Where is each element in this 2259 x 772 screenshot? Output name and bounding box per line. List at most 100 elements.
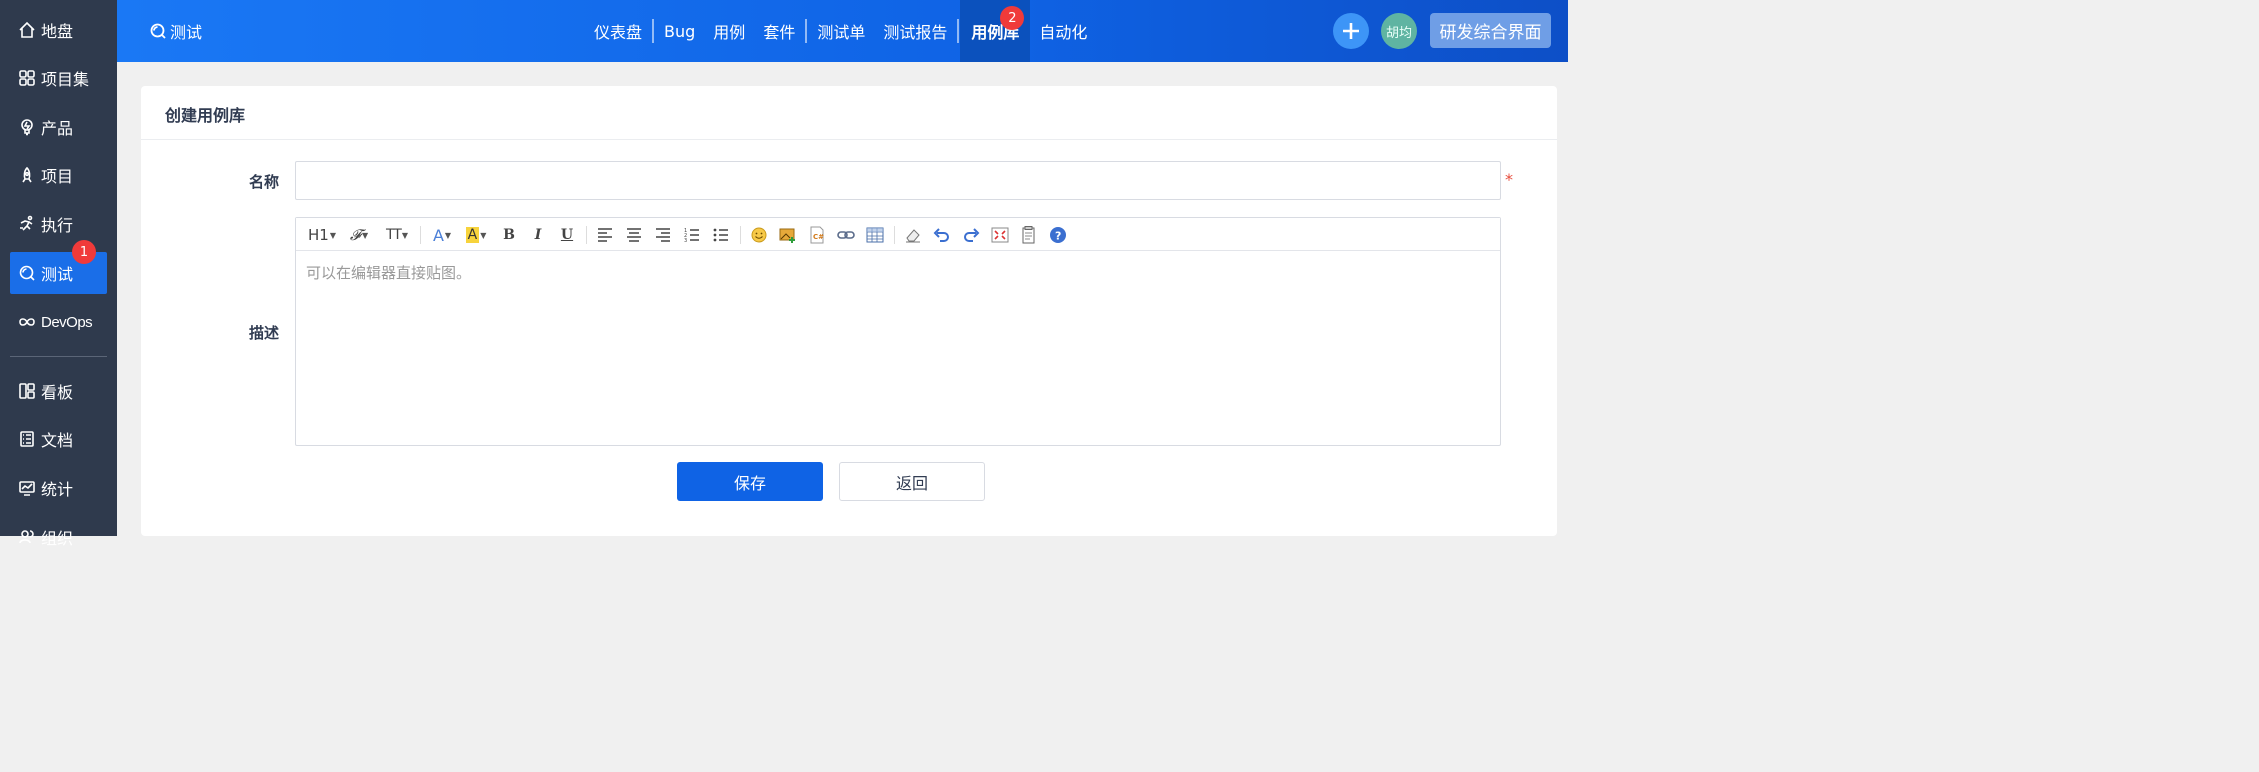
create-button[interactable] — [1333, 13, 1369, 49]
back-button[interactable]: 返回 — [839, 462, 985, 501]
sidebar-item-label: 看板 — [41, 383, 74, 402]
create-caselib-panel: 创建用例库 名称 * 描述 H1 ▼ 𝓕 ▼ TT ▼ A ▼ A ▼ B I U 123… — [141, 86, 1557, 536]
board-icon — [18, 382, 36, 400]
sidebar-item-execution[interactable]: 执行 — [10, 203, 107, 245]
top-header: 测试 仪表盘 Bug 用例 套件 测试单 测试报告 用例库 2 自动化 胡均 研… — [117, 0, 1568, 62]
page-title: 创建用例库 — [165, 106, 246, 125]
test-icon — [150, 23, 166, 39]
sidebar-item-dashboard[interactable]: 地盘 — [10, 9, 107, 51]
highlight-color-icon[interactable]: A ▼ — [462, 223, 490, 247]
sidebar-item-label: 项目 — [41, 167, 74, 186]
name-label: 名称 — [248, 173, 279, 191]
name-input[interactable] — [295, 161, 1501, 200]
toolbar-separator — [586, 226, 587, 244]
italic-button[interactable]: I — [527, 223, 549, 247]
sidebar-item-label: 文档 — [41, 431, 74, 450]
tab-suite[interactable]: 套件 — [754, 0, 804, 62]
table-icon[interactable] — [864, 223, 886, 247]
tab-bug[interactable]: Bug — [655, 0, 704, 62]
tab-case[interactable]: 用例 — [704, 0, 754, 62]
align-left-icon[interactable] — [594, 223, 616, 247]
user-avatar[interactable]: 胡均 — [1381, 13, 1417, 49]
sidebar-item-label: 产品 — [41, 119, 74, 138]
nav-separator — [805, 19, 808, 43]
tab-testreport[interactable]: 测试报告 — [874, 0, 956, 62]
nav-separator — [957, 19, 960, 43]
grid-icon — [18, 69, 36, 87]
link-icon[interactable] — [835, 223, 857, 247]
align-center-icon[interactable] — [623, 223, 645, 247]
notification-badge: 1 — [72, 240, 96, 264]
sidebar-item-label: DevOps — [41, 313, 93, 331]
sidebar-item-label: 统计 — [41, 480, 74, 499]
document-icon — [18, 430, 36, 448]
sidebar-item-stats[interactable]: 统计 — [10, 467, 107, 509]
rocket-icon — [18, 166, 36, 184]
redo-icon[interactable] — [960, 223, 982, 247]
sidebar-item-product[interactable]: 产品 — [10, 106, 107, 148]
fullscreen-icon[interactable] — [989, 223, 1011, 247]
divider — [141, 139, 1557, 140]
run-icon — [18, 215, 36, 233]
sidebar-item-kanban[interactable]: 看板 — [10, 370, 107, 412]
svg-text:C#: C# — [813, 233, 824, 241]
tab-caselib[interactable]: 用例库 2 — [960, 0, 1031, 62]
heading-button[interactable]: H1 ▼ — [306, 223, 338, 247]
tab-automation[interactable]: 自动化 — [1030, 0, 1096, 62]
plus-icon — [1343, 23, 1359, 39]
toolbar-separator — [894, 226, 895, 244]
test-icon — [18, 264, 36, 282]
undo-icon[interactable] — [931, 223, 953, 247]
underline-button[interactable]: U — [556, 223, 578, 247]
save-button[interactable]: 保存 — [677, 462, 823, 501]
sidebar-item-label: 执行 — [41, 216, 74, 235]
top-nav: 仪表盘 Bug 用例 套件 测试单 测试报告 用例库 2 自动化 — [585, 0, 1096, 62]
home-icon — [18, 21, 36, 39]
editor-toolbar: H1 ▼ 𝓕 ▼ TT ▼ A ▼ A ▼ B I U 123 C# ? — [296, 218, 1500, 251]
infinity-icon — [18, 313, 36, 331]
sidebar-item-program[interactable]: 项目集 — [10, 57, 107, 99]
notification-badge: 2 — [1000, 6, 1025, 30]
nav-separator — [652, 19, 655, 43]
sidebar-divider — [10, 356, 107, 357]
eraser-icon[interactable] — [902, 223, 924, 247]
font-family-button[interactable]: 𝓕 ▼ — [346, 223, 372, 247]
sidebar-item-label: 项目集 — [41, 70, 90, 89]
module-title[interactable]: 测试 — [149, 0, 202, 62]
svg-text:3: 3 — [684, 238, 687, 244]
sidebar-item-label: 测试 — [41, 265, 74, 284]
people-icon — [18, 528, 36, 546]
module-title-label: 测试 — [170, 23, 203, 42]
lightbulb-icon — [18, 118, 36, 136]
rich-text-editor[interactable]: H1 ▼ 𝓕 ▼ TT ▼ A ▼ A ▼ B I U 123 C# ? 可以在… — [295, 217, 1501, 446]
align-right-icon[interactable] — [652, 223, 674, 247]
svg-text:?: ? — [1055, 230, 1061, 243]
required-mark: * — [1505, 170, 1513, 189]
unordered-list-icon[interactable] — [710, 223, 732, 247]
sidebar-item-label: 地盘 — [41, 22, 74, 41]
sidebar: 地盘 项目集 产品 项目 执行 测试 1 DevOps 看板 文档 统计 组织 — [0, 0, 117, 548]
sidebar-item-test[interactable]: 测试 1 — [10, 240, 107, 294]
sidebar-item-org[interactable]: 组织 — [10, 516, 107, 558]
chart-icon — [18, 479, 36, 497]
code-icon[interactable]: C# — [806, 223, 828, 247]
emoji-icon[interactable] — [748, 223, 770, 247]
paste-icon[interactable] — [1018, 223, 1040, 247]
sidebar-item-project[interactable]: 项目 — [10, 154, 107, 196]
tab-testtask[interactable]: 测试单 — [808, 0, 874, 62]
sidebar-item-label: 组织 — [41, 529, 74, 548]
bold-button[interactable]: B — [498, 223, 520, 247]
sidebar-item-doc[interactable]: 文档 — [10, 418, 107, 460]
tab-dashboard[interactable]: 仪表盘 — [585, 0, 651, 62]
font-color-icon[interactable]: A ▼ — [428, 223, 456, 247]
help-icon[interactable]: ? — [1047, 223, 1069, 247]
image-icon[interactable] — [777, 223, 799, 247]
desc-label: 描述 — [248, 324, 279, 342]
editor-placeholder: 可以在编辑器直接贴图。 — [306, 264, 472, 282]
toolbar-separator — [420, 226, 421, 244]
toolbar-separator — [740, 226, 741, 244]
font-size-button[interactable]: TT ▼ — [382, 223, 412, 247]
sidebar-item-devops[interactable]: DevOps — [10, 301, 107, 343]
ordered-list-icon[interactable]: 123 — [681, 223, 703, 247]
ui-switch-button[interactable]: 研发综合界面 — [1430, 13, 1551, 48]
